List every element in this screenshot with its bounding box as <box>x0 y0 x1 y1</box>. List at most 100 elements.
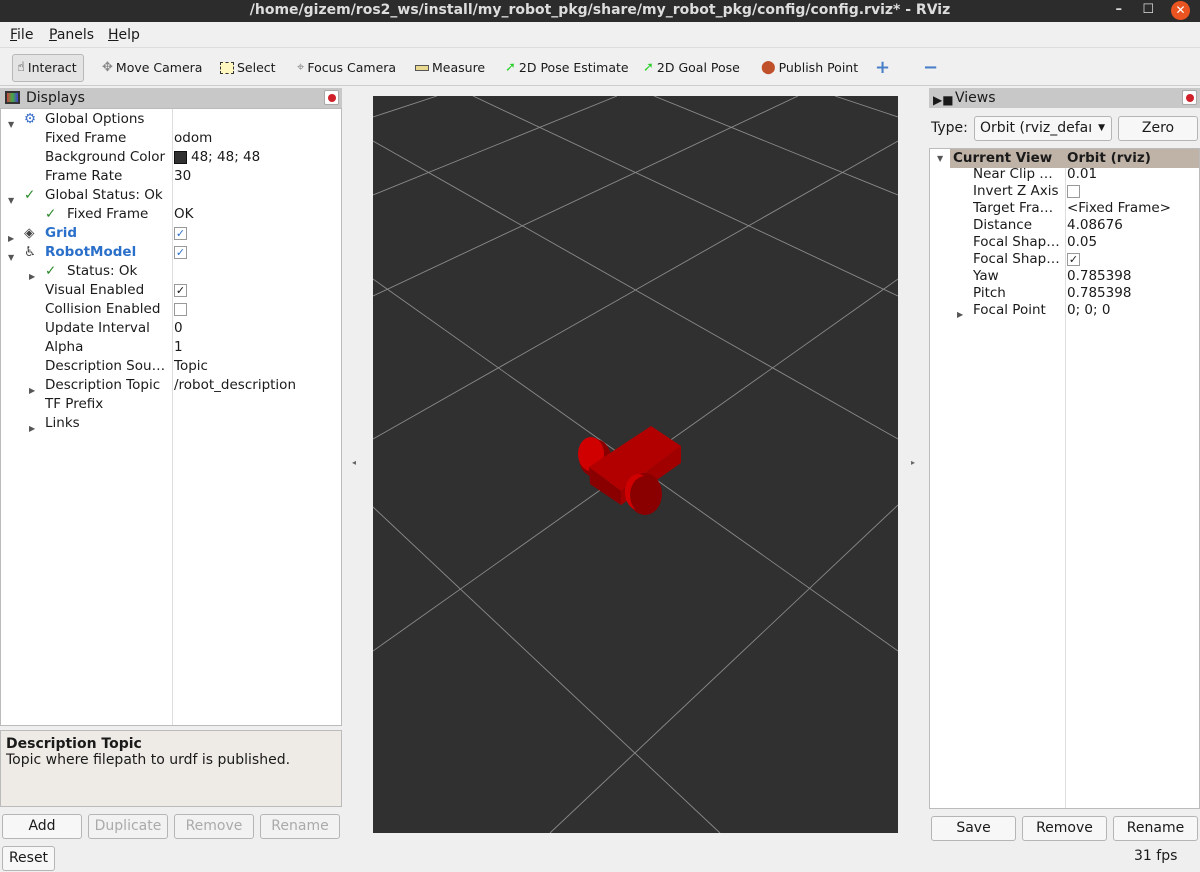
display-row[interactable]: ✓ Fixed Frame OK <box>1 205 341 224</box>
property-value[interactable]: 30 <box>174 167 191 186</box>
property-checkbox[interactable]: ✓ <box>174 243 187 262</box>
menu-panels[interactable]: Panels <box>49 27 94 43</box>
description-box: Description Topic Topic where filepath t… <box>0 730 342 807</box>
3d-viewport[interactable] <box>372 95 899 834</box>
add-tool-button[interactable]: + <box>875 54 890 82</box>
view-property-row[interactable]: Distance 4.08676 <box>930 217 1199 234</box>
display-row[interactable]: ▼ ♿ RobotModel ✓ <box>1 243 341 262</box>
displays-panel: Displays <box>0 88 342 108</box>
property-value[interactable]: <Fixed Frame> <box>1067 200 1171 217</box>
view-property-row[interactable]: ▶ Focal Point 0; 0; 0 <box>930 302 1199 319</box>
display-row[interactable]: ▶ ◈ Grid ✓ <box>1 224 341 243</box>
property-checkbox[interactable] <box>1067 183 1080 200</box>
display-row[interactable]: ▶ ✓ Status: Ok <box>1 262 341 281</box>
display-row[interactable]: Fixed Frame odom <box>1 129 341 148</box>
property-value[interactable]: 0.785398 <box>1067 285 1131 302</box>
rename-button[interactable]: Rename <box>260 814 340 839</box>
property-name: Description Sou… <box>45 358 166 374</box>
close-window-button[interactable]: ✕ <box>1171 1 1190 20</box>
select-tool[interactable]: Select <box>220 54 276 82</box>
view-type-dropdown[interactable]: Orbit (rviz_defaı ▼ <box>974 116 1112 141</box>
view-property-row[interactable]: Invert Z Axis <box>930 183 1199 200</box>
view-property-row[interactable]: Focal Shap… ✓ <box>930 251 1199 268</box>
interact-tool[interactable]: ☝ Interact <box>12 54 84 82</box>
display-row[interactable]: Frame Rate 30 <box>1 167 341 186</box>
expand-arrow-icon[interactable]: ▶ <box>957 306 963 323</box>
minimize-button[interactable]: – <box>1116 0 1123 20</box>
rename-view-button[interactable]: Rename <box>1113 816 1198 841</box>
view-property-row[interactable]: Focal Shap… 0.05 <box>930 234 1199 251</box>
remove-button[interactable]: Remove <box>174 814 254 839</box>
views-tree[interactable]: Current View Orbit (rviz) ▼ Near Clip … 0… <box>929 148 1200 809</box>
measure-label: Measure <box>432 60 486 75</box>
display-row[interactable]: Background Color 48; 48; 48 <box>1 148 341 167</box>
property-value[interactable]: 1 <box>174 338 183 357</box>
measure-tool[interactable]: Measure <box>415 54 485 82</box>
view-property-row[interactable]: Yaw 0.785398 <box>930 268 1199 285</box>
property-checkbox[interactable]: ✓ <box>174 281 187 300</box>
menu-panels-mnemonic: P <box>49 27 57 43</box>
property-name: TF Prefix <box>45 396 104 412</box>
grid-line <box>372 506 721 834</box>
hand-icon: ☝ <box>17 60 25 75</box>
close-panel-icon[interactable] <box>1182 90 1197 105</box>
display-row[interactable]: ▶ Links <box>1 414 341 433</box>
property-name: Global Options <box>45 111 145 127</box>
property-value[interactable]: 48; 48; 48 <box>174 148 260 167</box>
property-name: Pitch <box>973 285 1006 301</box>
expand-arrow-icon[interactable]: ▼ <box>937 154 943 163</box>
view-property-row[interactable]: Pitch 0.785398 <box>930 285 1199 302</box>
property-value[interactable]: Topic <box>174 357 208 376</box>
view-property-row[interactable]: Near Clip … 0.01 <box>930 166 1199 183</box>
property-value[interactable]: 4.08676 <box>1067 217 1123 234</box>
dropdown-arrow-icon: ▼ <box>1098 123 1105 133</box>
remove-tool-button[interactable]: − <box>923 54 938 82</box>
property-value[interactable]: 0.785398 <box>1067 268 1131 285</box>
display-row[interactable]: ▼ ✓ Global Status: Ok <box>1 186 341 205</box>
display-row[interactable]: Collision Enabled <box>1 300 341 319</box>
menu-panels-label: anels <box>56 27 95 43</box>
duplicate-button[interactable]: Duplicate <box>88 814 168 839</box>
property-value[interactable]: 0.01 <box>1067 166 1097 183</box>
move-camera-tool[interactable]: ✥ Move Camera <box>102 54 202 82</box>
menu-help[interactable]: Help <box>108 27 140 43</box>
property-value[interactable]: 0 <box>174 319 183 338</box>
publish-point-tool[interactable]: ⬤ Publish Point <box>761 54 858 82</box>
property-value[interactable]: 0; 0; 0 <box>1067 302 1110 319</box>
property-value[interactable]: 0.05 <box>1067 234 1097 251</box>
select-box-icon <box>220 62 234 74</box>
maximize-button[interactable]: ☐ <box>1142 0 1154 20</box>
property-value[interactable]: odom <box>174 129 212 148</box>
focus-camera-tool[interactable]: ⌖ Focus Camera <box>297 54 396 82</box>
expand-arrow-icon[interactable]: ▶ <box>29 419 35 438</box>
display-row[interactable]: TF Prefix <box>1 395 341 414</box>
collapse-left-handle[interactable]: ◂ <box>352 458 356 467</box>
color-swatch[interactable] <box>174 150 187 164</box>
reset-button[interactable]: Reset <box>2 846 55 871</box>
remove-view-button[interactable]: Remove <box>1022 816 1107 841</box>
property-checkbox[interactable]: ✓ <box>1067 251 1080 268</box>
save-view-button[interactable]: Save <box>931 816 1016 841</box>
display-row[interactable]: ▼ ⚙ Global Options <box>1 110 341 129</box>
property-value[interactable]: OK <box>174 205 193 224</box>
collapse-right-handle[interactable]: ▸ <box>911 458 915 467</box>
display-row[interactable]: Alpha 1 <box>1 338 341 357</box>
property-value[interactable]: /robot_description <box>174 376 296 395</box>
zero-button[interactable]: Zero <box>1118 116 1198 141</box>
close-panel-icon[interactable] <box>324 90 339 105</box>
add-button[interactable]: Add <box>2 814 82 839</box>
property-name: Focal Point <box>973 302 1046 318</box>
display-row[interactable]: Description Sou… Topic <box>1 357 341 376</box>
goal-pose-tool[interactable]: ➚ 2D Goal Pose <box>643 54 740 82</box>
display-row[interactable]: Visual Enabled ✓ <box>1 281 341 300</box>
property-checkbox[interactable]: ✓ <box>174 224 187 243</box>
property-name: Update Interval <box>45 320 150 336</box>
display-row[interactable]: Update Interval 0 <box>1 319 341 338</box>
display-row[interactable]: ▶ Description Topic/robot_description <box>1 376 341 395</box>
pose-estimate-tool[interactable]: ➚ 2D Pose Estimate <box>505 54 629 82</box>
property-value-text: 0 <box>174 320 183 336</box>
property-checkbox[interactable] <box>174 300 187 319</box>
displays-tree[interactable]: ▼ ⚙ Global Options Fixed Frame odom Backgroun… <box>0 108 342 726</box>
menu-file[interactable]: File <box>10 27 33 43</box>
view-property-row[interactable]: Target Fra… <Fixed Frame> <box>930 200 1199 217</box>
